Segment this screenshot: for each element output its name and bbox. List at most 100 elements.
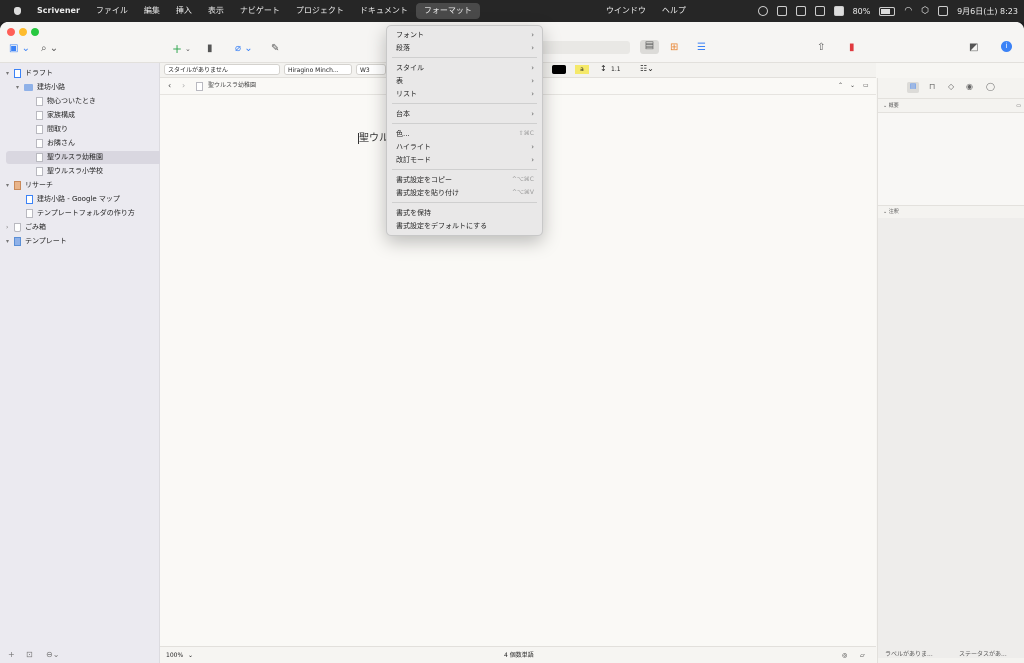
screen-icon[interactable] xyxy=(776,6,787,16)
share-icon[interactable]: ⇧ xyxy=(817,42,825,54)
paperclip-icon[interactable]: ⌀ ⌄ xyxy=(235,43,253,55)
menu-item-script[interactable]: 台本 › xyxy=(396,108,534,120)
notes-area[interactable] xyxy=(878,218,1024,658)
disclosure-icon[interactable]: ▾ xyxy=(6,179,14,192)
inspector-icon[interactable]: i xyxy=(1001,41,1012,52)
menu-item-revision-mode[interactable]: 改訂モード › xyxy=(396,154,534,166)
binder-item[interactable]: ▾ テンプレート xyxy=(6,235,153,248)
binder-item[interactable]: 家族構成 xyxy=(6,109,183,122)
font-weight-select[interactable]: W3 xyxy=(356,64,386,75)
menu-item-table[interactable]: 表 › xyxy=(396,75,534,87)
add-icon[interactable]: + xyxy=(172,43,182,55)
note-icon[interactable]: ▱ xyxy=(860,647,865,663)
menu-item-paste-formatting[interactable]: 書式設定を貼り付け ^⌥⌘V xyxy=(396,187,534,199)
synopsis-header[interactable]: ⌄ 概要 ▭ xyxy=(878,100,1024,113)
menu-item-highlight[interactable]: ハイライト › xyxy=(396,141,534,153)
metadata-tab-icon[interactable]: ◇ xyxy=(948,82,954,91)
apple-menu[interactable] xyxy=(0,0,29,22)
display-icon[interactable] xyxy=(814,6,825,16)
menu-item-copy-formatting[interactable]: 書式設定をコピー ^⌥⌘C xyxy=(396,174,534,186)
zoom-select[interactable]: 100% xyxy=(166,647,183,663)
add-folder-icon[interactable]: ⊡ xyxy=(26,646,33,663)
composition-mode-icon[interactable]: ◩ xyxy=(969,42,978,54)
control-center-icon[interactable] xyxy=(938,6,949,16)
menu-view[interactable]: 表示 xyxy=(200,0,232,22)
close-button[interactable] xyxy=(7,28,15,36)
menu-file[interactable]: ファイル xyxy=(88,0,136,22)
style-select[interactable]: スタイルがありません xyxy=(164,64,280,75)
menu-format[interactable]: フォーマット xyxy=(415,3,480,19)
disclosure-icon[interactable]: ▾ xyxy=(16,81,24,94)
menu-item-make-default-formatting[interactable]: 書式設定をデフォルトにする xyxy=(396,220,534,232)
binder-item[interactable]: ▾ リサーチ xyxy=(6,179,153,192)
corkboard-icon[interactable]: ⊞ xyxy=(670,42,678,54)
menu-project[interactable]: プロジェクト xyxy=(288,0,352,22)
text-color-swatch[interactable] xyxy=(552,65,566,74)
zoom-chevron-icon[interactable]: ⌄ xyxy=(188,647,193,663)
menu-navigate[interactable]: ナビゲート xyxy=(232,0,288,22)
notes-header[interactable]: ⌄ 注釈 xyxy=(878,205,1024,219)
binder-item[interactable]: 聖ウルスラ小学校 xyxy=(6,165,183,178)
add-chevron-icon[interactable]: ⌄ xyxy=(185,43,191,55)
binder-item[interactable]: テンプレートフォルダの作り方 xyxy=(6,207,173,220)
binder-item[interactable]: 建坊小路 - Google マップ xyxy=(6,193,173,206)
line-spacing-select[interactable]: 1.1 xyxy=(608,64,630,75)
collapse-icon[interactable]: ⌄ xyxy=(883,209,887,215)
label-select[interactable]: ラベルがありま... xyxy=(885,646,933,663)
font-family-select[interactable]: Hiragino Minch... xyxy=(284,64,352,75)
snapshots-tab-icon[interactable]: ◉ xyxy=(966,82,973,91)
target-icon[interactable]: ◎ xyxy=(842,647,847,663)
binder-item[interactable]: 物心ついたとき xyxy=(6,95,183,108)
outliner-icon[interactable]: ☰ xyxy=(697,42,706,54)
comments-tab-icon[interactable]: ◯ xyxy=(986,82,995,91)
binder-item[interactable]: ▾ ドラフト xyxy=(6,67,153,80)
synopsis-area[interactable] xyxy=(878,113,1024,205)
image-icon[interactable]: ▭ xyxy=(1016,100,1021,112)
cube-icon[interactable]: ⬡ xyxy=(921,6,929,16)
wifi-icon[interactable]: ◠ xyxy=(904,6,912,16)
battery-icon[interactable] xyxy=(879,6,896,16)
c-icon[interactable] xyxy=(833,6,844,16)
menu-item-style[interactable]: スタイル › xyxy=(396,62,534,74)
settings-icon[interactable]: ⊖⌄ xyxy=(46,646,59,663)
prev-doc-icon[interactable]: ⌃ xyxy=(838,78,843,94)
editor-text[interactable]: 聖ウル xyxy=(358,129,389,144)
menu-item-preserve-formatting[interactable]: 書式を保持 xyxy=(396,207,534,219)
binder-item[interactable]: 間取り xyxy=(6,123,183,136)
notes-tab-icon[interactable]: ▤ xyxy=(907,82,919,93)
compose-icon[interactable]: ✎ xyxy=(271,43,279,55)
trash-icon[interactable]: ▮ xyxy=(207,43,213,55)
scrivenings-icon[interactable]: ▤ xyxy=(640,40,659,54)
menu-item-color[interactable]: 色... ⇧⌘C xyxy=(396,128,534,140)
menu-item-list[interactable]: リスト › xyxy=(396,88,534,100)
back-icon[interactable]: ‹ xyxy=(168,78,171,94)
disclosure-icon[interactable]: › xyxy=(6,221,14,234)
bookmarks-tab-icon[interactable]: ⊓ xyxy=(929,82,935,91)
menu-item-font[interactable]: フォント › xyxy=(396,29,534,41)
minimize-button[interactable] xyxy=(19,28,27,36)
menu-window[interactable]: ウインドウ xyxy=(598,0,654,22)
binder-item[interactable]: ▾ 建坊小路 xyxy=(6,81,163,94)
shield-icon[interactable] xyxy=(795,6,806,16)
search-bar[interactable] xyxy=(540,41,630,54)
binder-item[interactable]: お隣さん xyxy=(6,137,183,150)
collapse-icon[interactable]: ⌄ xyxy=(883,103,887,109)
bookmark-icon[interactable]: ▮ xyxy=(849,42,855,54)
sidebar-toggle-icon[interactable]: ▣ ⌄ xyxy=(9,43,30,55)
menu-item-paragraph[interactable]: 段落 › xyxy=(396,42,534,54)
app-menu[interactable]: Scrivener xyxy=(29,0,88,22)
binder-item[interactable]: › ごみ箱 xyxy=(6,221,153,234)
forward-icon[interactable]: › xyxy=(182,78,185,94)
binder-item-selected[interactable]: 聖ウルスラ幼稚園 xyxy=(6,151,183,164)
menu-insert[interactable]: 挿入 xyxy=(168,0,200,22)
record-icon[interactable] xyxy=(757,6,768,16)
disclosure-icon[interactable]: ▾ xyxy=(6,235,14,248)
list-icon[interactable]: ☷⌄ xyxy=(640,64,654,73)
status-select[interactable]: ステータスがあ... xyxy=(959,646,1007,663)
next-doc-icon[interactable]: ⌄ xyxy=(850,78,855,94)
zoom-button[interactable] xyxy=(31,28,39,36)
search-icon[interactable]: ⌕ ⌄ xyxy=(41,43,58,55)
menu-help[interactable]: ヘルプ xyxy=(654,0,694,22)
menu-document[interactable]: ドキュメント xyxy=(352,0,416,22)
highlight-swatch[interactable]: a xyxy=(575,65,589,74)
